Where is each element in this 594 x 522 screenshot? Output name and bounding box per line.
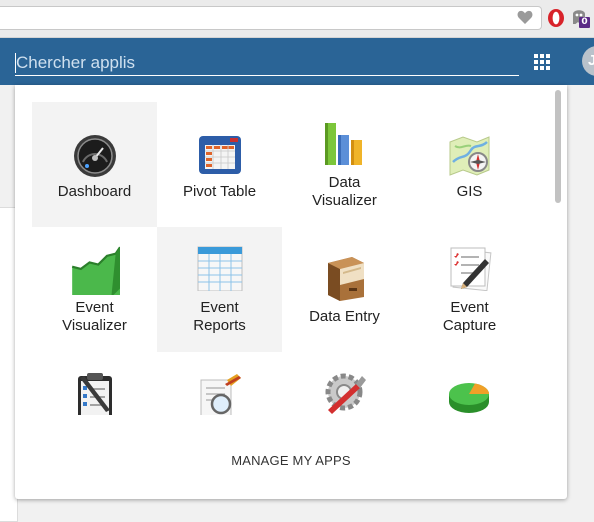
manage-apps-link[interactable]: MANAGE MY APPS bbox=[15, 453, 567, 468]
app-tile-checklist[interactable] bbox=[32, 352, 157, 415]
app-tile-pivot-table[interactable]: Pivot Table bbox=[157, 102, 282, 227]
apps-grid: Dashboard Pivot Table Data Visualizer GI… bbox=[15, 85, 551, 415]
magnifier-document-icon bbox=[200, 374, 241, 415]
app-tile-pie-chart[interactable] bbox=[407, 352, 532, 415]
app-label: Data Entry bbox=[309, 308, 380, 325]
address-bar[interactable] bbox=[0, 6, 542, 30]
pivot-table-icon bbox=[199, 136, 241, 174]
apps-menu: Dashboard Pivot Table Data Visualizer GI… bbox=[15, 85, 567, 499]
app-tile-data-entry[interactable]: Data Entry bbox=[282, 227, 407, 352]
app-label: Event Reports bbox=[193, 299, 246, 334]
dashboard-gauge-icon bbox=[74, 135, 116, 177]
apps-grid-icon[interactable] bbox=[534, 54, 550, 70]
app-label: Event Capture bbox=[442, 299, 497, 334]
map-compass-icon bbox=[449, 136, 490, 176]
app-label: GIS bbox=[456, 183, 483, 200]
app-tile-event-visualizer[interactable]: Event Visualizer bbox=[32, 227, 157, 352]
app-tile-maintenance[interactable] bbox=[282, 352, 407, 415]
report-table-icon bbox=[197, 246, 243, 291]
app-label: Dashboard bbox=[57, 183, 132, 200]
browser-toolbar: 0 bbox=[0, 0, 594, 38]
ghostery-badge: 0 bbox=[579, 17, 590, 28]
app-tile-inspection[interactable] bbox=[157, 352, 282, 415]
app-label: Event Visualizer bbox=[62, 299, 127, 334]
app-tile-gis[interactable]: GIS bbox=[407, 102, 532, 227]
app-tile-dashboard[interactable]: Dashboard bbox=[32, 102, 157, 227]
app-label: Pivot Table bbox=[182, 183, 257, 200]
app-header bbox=[0, 38, 594, 85]
bar-chart-icon bbox=[325, 123, 362, 165]
app-tile-event-reports[interactable]: Event Reports bbox=[157, 227, 282, 352]
ghostery-extension[interactable]: 0 bbox=[571, 7, 593, 31]
gear-tools-icon bbox=[325, 373, 366, 414]
app-tile-data-visualizer[interactable]: Data Visualizer bbox=[282, 102, 407, 227]
filing-cabinet-icon bbox=[328, 257, 364, 301]
opera-icon[interactable] bbox=[547, 8, 565, 28]
app-search-input[interactable] bbox=[15, 50, 519, 76]
app-tile-event-capture[interactable]: Event Capture bbox=[407, 227, 532, 352]
heart-icon[interactable] bbox=[517, 10, 533, 25]
clipboard-checklist-icon bbox=[78, 373, 112, 415]
pie-chart-icon bbox=[449, 383, 489, 413]
area-chart-icon bbox=[71, 246, 120, 295]
checklist-pen-icon bbox=[450, 247, 492, 291]
scrollbar-thumb[interactable] bbox=[555, 90, 561, 203]
app-label: Data Visualizer bbox=[312, 174, 377, 209]
text-caret bbox=[15, 53, 16, 73]
